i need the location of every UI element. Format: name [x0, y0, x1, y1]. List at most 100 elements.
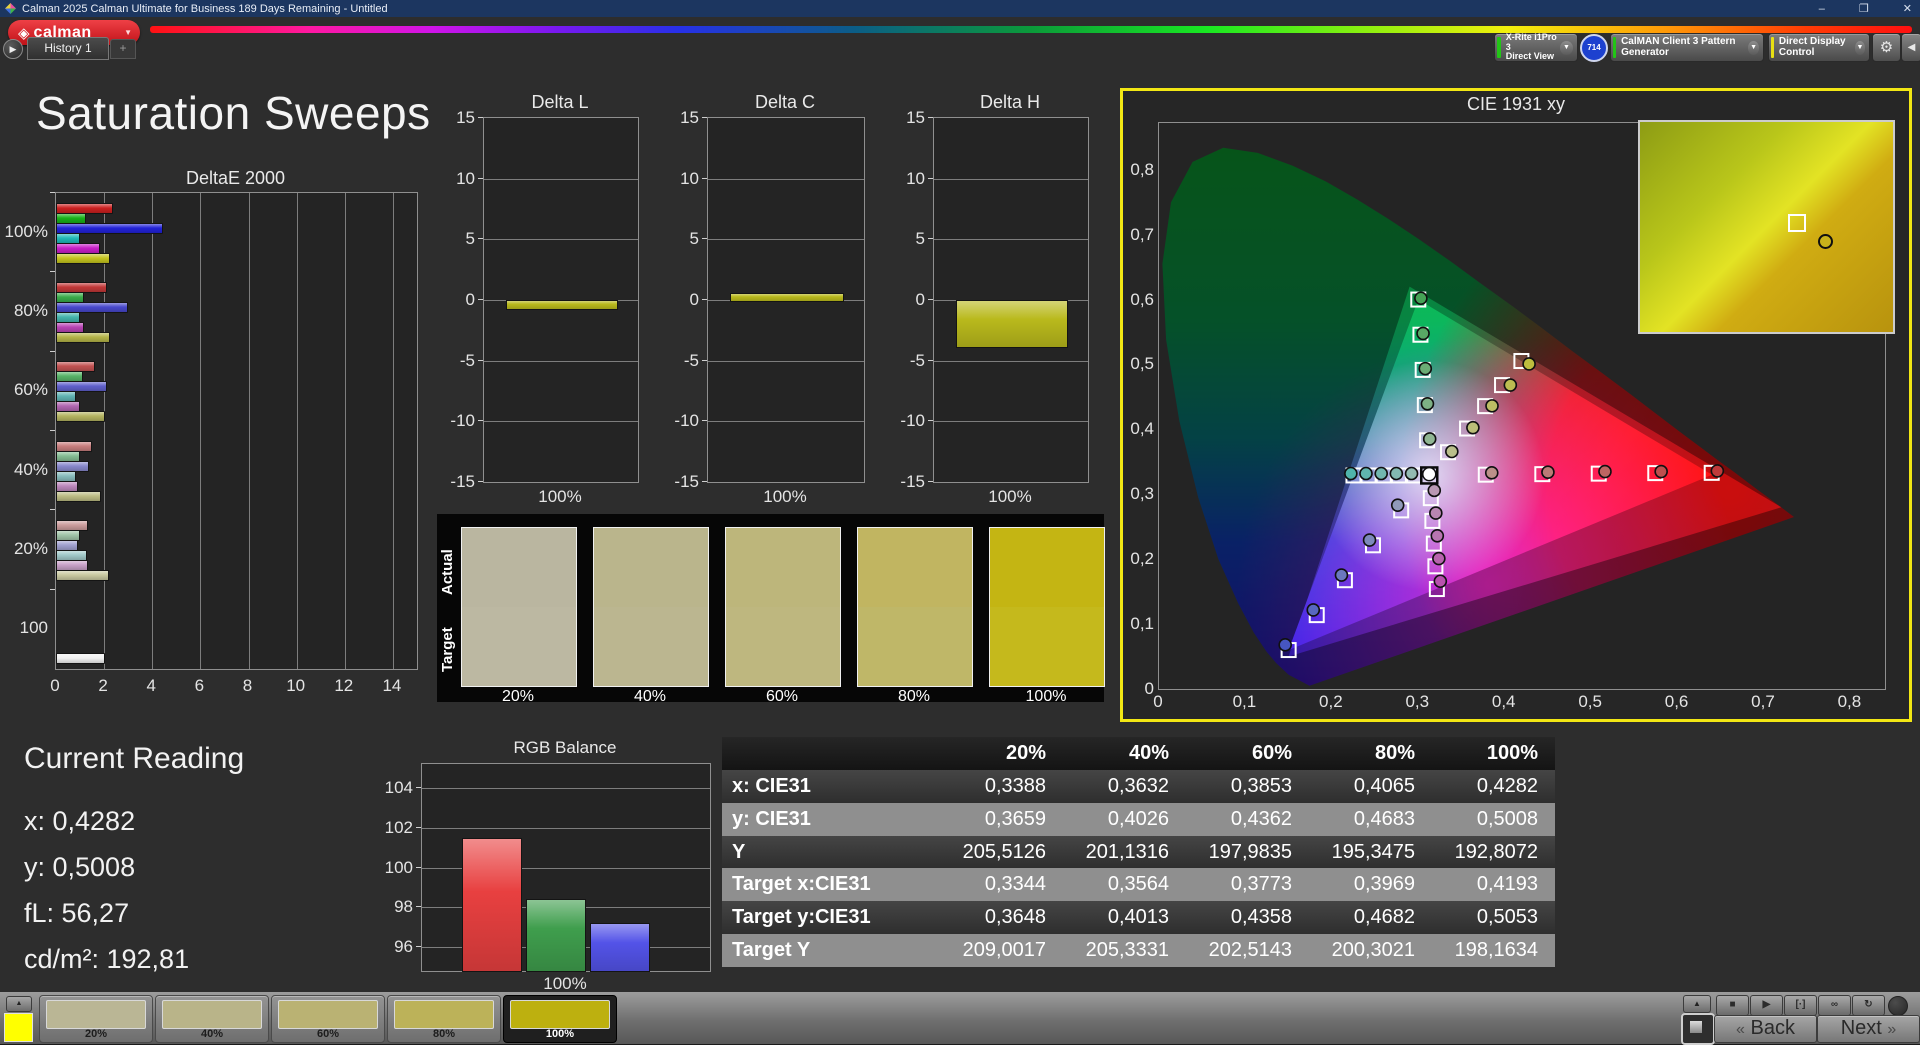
back-button[interactable]: « Back: [1714, 1015, 1817, 1043]
delta-x-label: 100%: [763, 487, 807, 506]
transport-single-icon[interactable]: [·]: [1784, 995, 1817, 1016]
next-button[interactable]: Next »: [1817, 1015, 1920, 1043]
minimize-button[interactable]: –: [1819, 3, 1825, 15]
delta-c-chart: [707, 117, 865, 483]
patch-button-100%[interactable]: 100%: [503, 995, 617, 1043]
delta-y-tick: 0: [915, 290, 925, 309]
table-cell: 0,5008: [1476, 807, 1538, 830]
patch-button-swatch: [394, 1000, 494, 1029]
cie-y-tick: 0,1: [1130, 614, 1154, 634]
deltae-x-tick: 2: [98, 676, 108, 695]
delta-gridline: [484, 421, 638, 423]
cie-measured-cyan: [1374, 466, 1389, 481]
close-button[interactable]: ✕: [1903, 2, 1912, 15]
delta-gridline: [934, 178, 1088, 180]
add-tab-button[interactable]: +: [110, 39, 136, 59]
delta-y-tick: 10: [680, 168, 699, 188]
deltae-group-label: 20%: [13, 539, 48, 558]
target-row-label: Target: [439, 627, 456, 673]
table-cell: 0,3564: [1107, 873, 1169, 896]
table-row: y: CIE31 0,3659 0,4026 0,4362 0,4683 0,5008: [722, 802, 1555, 836]
delta-axis-tick: [702, 299, 707, 300]
delta-y-tick: -15: [674, 472, 699, 491]
delta-y-tick: -5: [909, 350, 925, 370]
panel-expand-button[interactable]: ▶: [3, 39, 23, 59]
delta-y-tick: 15: [680, 108, 699, 127]
deltae-chart: [55, 192, 418, 670]
delta-axis-tick: [702, 359, 707, 361]
cie-y-tick: 0,7: [1130, 224, 1154, 244]
back-chevron-icon: «: [1736, 1021, 1745, 1038]
deltae-x-tick: 12: [334, 676, 354, 695]
cie-measured-red: [1541, 465, 1555, 480]
swatch-actual: [858, 528, 972, 607]
measure-up-arrow-icon[interactable]: ▲: [1683, 995, 1711, 1013]
patch-button-swatch: [46, 1000, 146, 1029]
meter-dropdown[interactable]: X-Rite i1Pro 3 Direct View ▼: [1494, 33, 1578, 62]
transport-stop-icon[interactable]: ■: [1716, 995, 1749, 1016]
patch-button-80%[interactable]: 80%: [387, 995, 501, 1043]
current-reading-x: x: 0,4282: [24, 806, 136, 836]
delta-axis-tick: [928, 481, 933, 482]
delta-gridline: [934, 421, 1088, 423]
collapse-panel-icon[interactable]: ◀: [1901, 33, 1920, 62]
deltae-gridline: [104, 193, 106, 669]
app-icon: [5, 3, 16, 14]
patch-button-20%[interactable]: 20%: [39, 995, 153, 1043]
delta-y-tick: -5: [683, 350, 699, 370]
transport-play-icon[interactable]: ▶: [1750, 995, 1783, 1016]
meter-mode: Direct View: [1505, 51, 1555, 62]
delta-gridline: [708, 178, 864, 180]
color-swatch: [725, 527, 841, 687]
table-row: Y 205,5126 201,1316 197,9835 195,3475 192,807…: [722, 835, 1555, 869]
swatch-actual: [462, 528, 576, 607]
delta-y-tick: 15: [906, 108, 925, 127]
patch-button-label: 40%: [200, 1028, 224, 1040]
patch-button-60%[interactable]: 60%: [271, 995, 385, 1043]
deltae-chart-title: DeltaE 2000: [185, 168, 286, 188]
table-column-header: 20%: [1005, 742, 1046, 764]
rgb-bar-green: [526, 899, 586, 972]
table-cell: 0,3632: [1107, 775, 1169, 797]
deltae-bar: [56, 570, 109, 581]
deltae-group-label: 80%: [13, 301, 48, 320]
restore-button[interactable]: ❐: [1859, 2, 1869, 15]
pattern-status-bar: [1613, 37, 1617, 58]
patch-button-40%[interactable]: 40%: [155, 995, 269, 1043]
swatch-target: [990, 607, 1104, 686]
delta-y-tick: 15: [456, 108, 475, 127]
cie-y-tick: 0,2: [1130, 549, 1154, 569]
table-cell: 201,1316: [1085, 840, 1169, 863]
pattern-generator-dropdown[interactable]: CalMAN Client 3 Pattern Generator ▼: [1610, 33, 1764, 62]
page-title: Saturation Sweeps: [36, 87, 431, 139]
cie-measured-green: [1414, 291, 1428, 306]
delta-gridline: [708, 239, 864, 241]
rgb-axis-tick: [416, 786, 421, 788]
display-control-dropdown[interactable]: Direct Display Control ▼: [1768, 33, 1870, 62]
gear-icon[interactable]: ⚙: [1872, 33, 1901, 62]
table-cell: 197,9835: [1208, 840, 1292, 863]
transport-refresh-icon[interactable]: ↻: [1852, 995, 1885, 1016]
measure-stop-button[interactable]: [1681, 1013, 1715, 1045]
cie-measured-red: [1654, 464, 1668, 479]
back-label: Back: [1750, 1017, 1795, 1039]
cie-measured-cyan: [1404, 466, 1419, 481]
delta-axis-tick: [928, 238, 933, 240]
delta-y-tick: -10: [674, 411, 699, 431]
inset-target-marker: [1788, 214, 1806, 232]
transport-continuous-icon[interactable]: ∞: [1818, 995, 1851, 1016]
table-cell: 202,5143: [1208, 939, 1292, 961]
delta-axis-tick: [928, 177, 933, 179]
delta-axis-tick: [702, 420, 707, 422]
rgb-y-tick: 102: [384, 817, 413, 837]
deltae-bar: [56, 490, 102, 502]
patch-up-arrow-icon[interactable]: ▲: [6, 996, 32, 1012]
rgb-gridline: [422, 827, 710, 829]
cie-measured-green: [1420, 396, 1435, 411]
tab-history-1[interactable]: History 1: [27, 37, 109, 60]
rgb-axis-tick: [416, 866, 421, 868]
current-reading-fl: fL: 56,27: [24, 898, 130, 928]
rgb-axis-tick: [416, 906, 421, 908]
pattern-generator-name: CalMAN Client 3 Pattern Generator: [1621, 36, 1736, 58]
cie-x-tick: 0: [1153, 692, 1163, 711]
